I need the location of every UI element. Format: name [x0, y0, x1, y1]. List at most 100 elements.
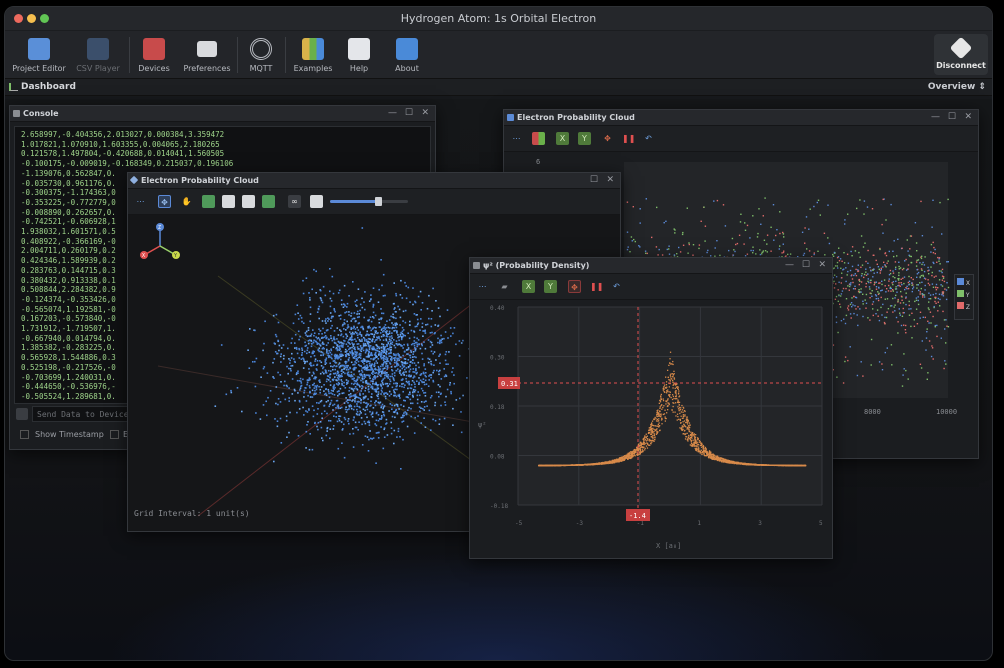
mqtt-icon — [250, 38, 272, 60]
minimize-icon[interactable]: — — [388, 108, 397, 118]
cloud-point — [319, 360, 321, 362]
cloud2d-point — [916, 323, 919, 325]
density-point — [697, 446, 700, 448]
attach-icon[interactable] — [16, 408, 28, 420]
cloud-point — [315, 270, 317, 273]
x-axis-toggle-icon[interactable]: X — [556, 132, 569, 145]
about-button[interactable]: About — [391, 35, 423, 73]
orbit-icon[interactable]: ✥ — [158, 195, 171, 208]
close-icon[interactable]: ✕ — [818, 260, 826, 270]
maximize-icon[interactable]: ☐ — [405, 108, 413, 118]
view-top-icon[interactable] — [222, 195, 235, 208]
cloud-point — [378, 418, 381, 420]
cloud-point — [414, 389, 417, 391]
project-editor-button[interactable]: Project Editor — [11, 35, 67, 73]
cloud2d-point — [945, 298, 948, 301]
zoom-slider[interactable] — [330, 197, 408, 206]
maximize-icon[interactable]: ☐ — [948, 112, 956, 122]
cloud-point — [404, 362, 406, 364]
cloud-point — [293, 388, 296, 391]
cloud-point — [321, 320, 324, 322]
stereo-glasses-icon[interactable]: ∞ — [288, 195, 301, 208]
csv-player-button[interactable]: CSV Player — [73, 35, 123, 73]
overview-selector[interactable]: Overview ⇕ — [928, 82, 986, 92]
density-titlebar[interactable]: ψ² (Probability Density) — ☐ ✕ — [470, 258, 832, 274]
cloud-point — [336, 376, 339, 379]
y-axis-toggle-icon[interactable]: Y — [544, 280, 557, 293]
help-button[interactable]: Help — [343, 35, 375, 73]
crosshair-icon[interactable]: ✥ — [568, 280, 581, 293]
scatter-mode-icon[interactable]: ⋯ — [510, 132, 523, 145]
zoom-slider-thumb[interactable] — [375, 197, 383, 206]
cloud-point — [363, 420, 366, 423]
view-front-icon[interactable] — [202, 195, 215, 208]
undo-icon[interactable]: ↶ — [642, 132, 655, 145]
pan-hand-icon[interactable]: ✋ — [180, 195, 193, 208]
cloud-point — [359, 385, 361, 388]
cloud-point — [329, 312, 332, 314]
minimize-icon[interactable]: — — [931, 112, 940, 122]
cloud2d-point — [676, 253, 678, 255]
cloud2d-point — [922, 275, 925, 277]
cloud2d-point — [898, 261, 900, 263]
cloud-point — [316, 425, 318, 428]
cloud2d-point — [911, 282, 913, 284]
axis-gizmo: Z X Y — [140, 223, 180, 259]
undo-icon[interactable]: ↶ — [610, 280, 623, 293]
view-iso-icon[interactable] — [262, 195, 275, 208]
cloud-point — [318, 305, 321, 308]
cloud-point — [374, 314, 377, 317]
cloud-point — [287, 372, 289, 375]
maximize-icon[interactable]: ☐ — [802, 260, 810, 270]
console-titlebar[interactable]: Console — ☐ ✕ — [10, 106, 435, 122]
cloud-point — [420, 422, 422, 424]
mqtt-button[interactable]: MQTT — [245, 35, 277, 73]
cloud-point — [356, 316, 359, 319]
cloud-point — [390, 342, 392, 345]
cloud2d-point — [942, 291, 945, 293]
cloud-point — [449, 384, 451, 386]
cloud2d-point — [835, 276, 838, 278]
preferences-button[interactable]: Preferences — [181, 35, 233, 73]
cloud-point — [322, 439, 324, 442]
examples-button[interactable]: Examples — [291, 35, 335, 73]
close-icon[interactable]: ✕ — [421, 108, 429, 118]
cloud-point — [402, 390, 404, 393]
pause-icon[interactable]: ❚❚ — [622, 132, 635, 145]
cloud2d-point — [877, 299, 880, 302]
close-icon[interactable]: ✕ — [964, 112, 972, 122]
density-window[interactable]: ψ² (Probability Density) — ☐ ✕ ⋯ ▰ X Y ✥… — [469, 257, 833, 559]
cloud-point — [312, 329, 314, 331]
cloud2d-point — [922, 316, 924, 318]
cloud2d-point — [885, 291, 887, 293]
density-point — [668, 379, 670, 381]
close-icon[interactable]: ✕ — [606, 175, 614, 185]
disconnect-button[interactable]: Disconnect — [934, 34, 988, 75]
cloud-point — [291, 393, 294, 395]
scatter-mode-icon[interactable]: ⋯ — [476, 280, 489, 293]
devices-button[interactable]: Devices — [133, 35, 175, 73]
area-mode-icon[interactable]: ▰ — [498, 280, 511, 293]
view-side-icon[interactable] — [242, 195, 255, 208]
cloud2d-point — [757, 232, 759, 235]
cloud-point — [392, 324, 395, 326]
minimize-icon[interactable]: — — [785, 260, 794, 270]
maximize-icon[interactable]: ☐ — [590, 175, 598, 185]
cloud-point — [333, 338, 335, 341]
echo-checkbox[interactable] — [110, 430, 119, 439]
cloud-point — [356, 334, 359, 336]
pause-icon[interactable]: ❚❚ — [590, 280, 603, 293]
x-axis-toggle-icon[interactable]: X — [522, 280, 535, 293]
grid-toggle-icon[interactable] — [310, 195, 323, 208]
scatter-mode-icon[interactable]: ⋯ — [134, 195, 147, 208]
move-icon[interactable]: ✥ — [601, 132, 614, 145]
cloud-point — [278, 349, 280, 352]
cloud2d-point — [870, 281, 872, 284]
cloud2d-titlebar[interactable]: Electron Probability Cloud — ☐ ✕ — [504, 110, 978, 126]
cloud3d-titlebar[interactable]: Electron Probability Cloud ☐ ✕ — [128, 173, 620, 189]
show-timestamp-checkbox[interactable] — [20, 430, 29, 439]
grid-icon[interactable] — [532, 132, 545, 145]
cloud-point — [422, 335, 424, 337]
density-chart[interactable]: 0.400.300.180.08-0.18-5 -3 -1 1 3 5 0.31 -1.4… — [470, 301, 832, 559]
y-axis-toggle-icon[interactable]: Y — [578, 132, 591, 145]
